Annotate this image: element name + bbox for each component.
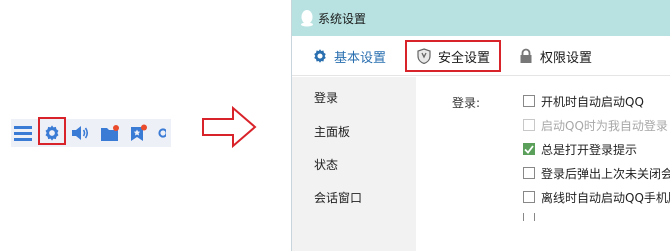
option-auto-start[interactable]: 开机时自动启动QQ: [523, 93, 644, 109]
option-label: 开机时自动启动QQ: [541, 94, 644, 109]
option-label: 启动QQ时为我自动登录: [541, 118, 668, 133]
lock-icon: [518, 48, 534, 64]
option-label: 总是打开登录提示: [541, 142, 638, 157]
tab-security-settings[interactable]: 安全设置: [405, 40, 501, 72]
window-title: 系统设置: [318, 11, 367, 26]
option-offline-mobile[interactable]: 离线时自动启动QQ手机版: [523, 189, 670, 205]
checkbox-checked[interactable]: [523, 143, 535, 155]
checkbox[interactable]: [523, 191, 535, 203]
shield-icon: [416, 48, 432, 64]
folder-icon[interactable]: [99, 122, 121, 144]
bookmark-icon[interactable]: [127, 122, 149, 144]
gear-icon: [312, 48, 328, 64]
settings-window: 系统设置 基本设置 安全设置 权限设置 登录 主面板 状态 会话窗口 登录: 开…: [291, 0, 670, 251]
login-section-label: 登录:: [452, 96, 481, 110]
sidebar-item-main-panel[interactable]: 主面板: [314, 123, 350, 140]
tab-basic-settings[interactable]: 基本设置: [312, 36, 386, 76]
sidebar-item-chat-window[interactable]: 会话窗口: [314, 189, 362, 206]
tab-label: 权限设置: [540, 50, 593, 66]
main-toolbar: [11, 119, 171, 147]
checkbox[interactable]: [523, 213, 535, 221]
login-settings-panel: 登录: 开机时自动启动QQ 启动QQ时为我自动登录 总是打开登录提示 登录后弹出…: [416, 77, 670, 251]
menu-icon[interactable]: [12, 122, 34, 144]
qq-logo-icon: [301, 10, 313, 27]
sidebar-item-status[interactable]: 状态: [314, 156, 338, 173]
option-auto-login: 启动QQ时为我自动登录: [523, 117, 668, 133]
checkmark-icon: [524, 144, 534, 154]
settings-sidebar: 登录 主面板 状态 会话窗口: [292, 77, 416, 251]
option-partial[interactable]: [523, 213, 541, 221]
tab-label: 基本设置: [334, 50, 387, 66]
settings-tabs: 基本设置 安全设置 权限设置: [292, 36, 670, 76]
option-restore-sessions[interactable]: 登录后弹出上次未关闭会: [523, 165, 670, 181]
option-label: 登录后弹出上次未关闭会: [541, 166, 670, 181]
gear-highlight-box: [38, 117, 66, 145]
tab-label: 安全设置: [437, 50, 490, 66]
option-label: 离线时自动启动QQ手机版: [541, 190, 670, 205]
window-titlebar[interactable]: 系统设置: [292, 0, 670, 36]
checkbox[interactable]: [523, 95, 535, 107]
checkbox: [523, 119, 535, 131]
option-login-tips[interactable]: 总是打开登录提示: [523, 141, 637, 157]
checkbox[interactable]: [523, 167, 535, 179]
more-icon[interactable]: [153, 122, 169, 144]
right-arrow-icon: [202, 105, 257, 149]
speaker-icon[interactable]: [69, 122, 91, 144]
tab-permission-settings[interactable]: 权限设置: [518, 36, 592, 76]
sidebar-item-login[interactable]: 登录: [314, 89, 338, 106]
